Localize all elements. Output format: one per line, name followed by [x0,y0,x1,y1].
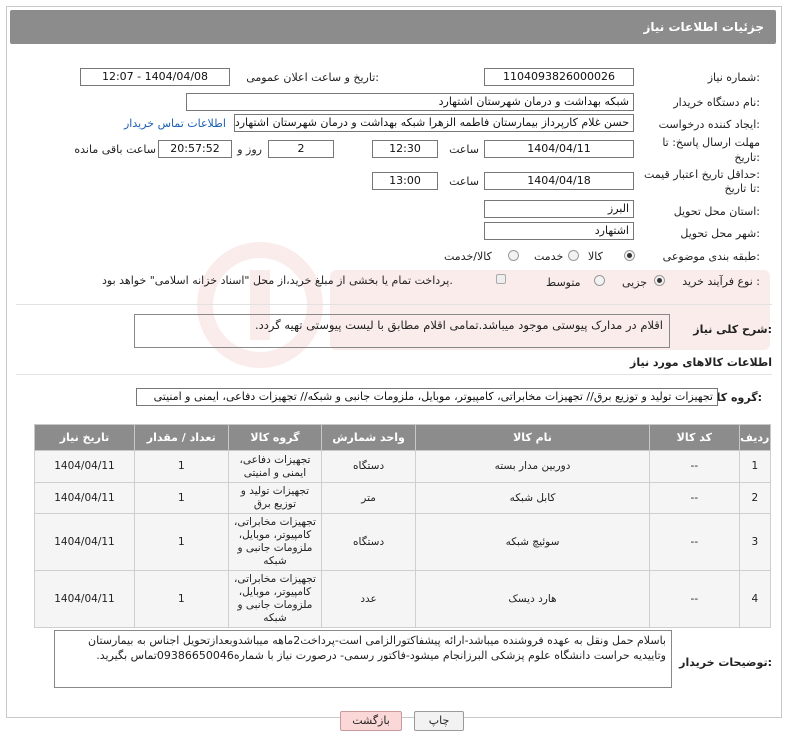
remaining-time-field: 20:57:52 [158,140,232,158]
col-item-name: نام کالا [414,424,651,451]
table-row: 4 -- هارد دیسک عدد تجهیزات مخابراتی، کام… [34,570,772,628]
cell-quantity: 1 [133,570,229,628]
cell-item-name: دوربین مدار بسته [414,450,651,483]
deadline-time-label: ساعت [449,143,479,156]
cell-item-name: کابل شبکه [414,482,651,514]
need-number-field: 1104093826000026 [484,68,634,86]
cell-group: تجهیزات تولید و توزیع برق [227,482,323,514]
cell-group: تجهیزات مخابراتی، کامپیوتر، موبایل، ملزو… [227,513,323,571]
cell-unit: دستگاه [321,450,416,483]
cell-item-code: -- [649,513,740,571]
process-option-medium: متوسط [546,276,581,289]
buyer-notes-text: باسلام حمل ونقل به عهده فروشنده میباشد-ا… [88,634,666,662]
col-unit: واحد شمارش [321,424,416,451]
province-label: استان محل تحویل: [673,205,760,218]
category-radio-service[interactable] [568,250,579,261]
col-item-code: کد کالا [649,424,740,451]
cell-row-number: 4 [738,570,772,628]
back-button[interactable]: بازگشت [340,711,402,731]
validity-date-field: 1404/04/18 [484,172,634,190]
page-title: جزئیات اطلاعات نیاز [643,20,764,34]
deadline-label: مهلت ارسال پاسخ: تا [662,136,760,149]
validity-label-date: تا تاریخ: [724,182,760,195]
process-option-minor: جزیی [622,276,648,289]
table-row: 1 -- دوربین مدار بسته دستگاه تجهیزات دفا… [34,450,772,483]
category-radio-goods[interactable] [624,250,635,261]
category-radio-goods-service[interactable] [508,250,519,261]
cell-need-date: 1404/04/11 [34,482,135,514]
requester-field: حسن غلام کارپرداز بیمارستان فاطمه الزهرا… [234,114,634,132]
description-textarea: اقلام در مدارک پیوستی موجود میباشد.تمامی… [134,314,670,348]
need-number-label: شماره نیاز: [707,71,760,84]
deadline-time-field: 12:30 [372,140,438,158]
buyer-notes-label: توضیحات خریدار: [679,656,772,669]
table-row: 2 -- کابل شبکه متر تجهیزات تولید و توزیع… [34,482,772,514]
table-row: 3 -- سوئیچ شبکه دستگاه تجهیزات مخابراتی،… [34,513,772,571]
col-quantity: تعداد / مقدار [133,424,229,451]
cell-unit: متر [321,482,416,514]
requester-label: ایجاد کننده درخواست: [658,118,760,131]
city-label: شهر محل تحویل: [680,227,760,240]
cell-item-code: -- [649,570,740,628]
print-button[interactable]: چاپ [414,711,464,731]
cell-item-name: هارد دیسک [414,570,651,628]
treasury-checkbox[interactable] [496,274,506,284]
category-option-service: خدمت [534,250,564,263]
cell-item-code: -- [649,482,740,514]
payment-note: پرداخت تمام یا بخشی از مبلغ خرید،از محل … [102,274,453,287]
category-option-goods-service: کالا/خدمت [444,250,492,263]
deadline-label-date: تاریخ: [734,151,760,164]
validity-time-label: ساعت [449,175,479,188]
days-remaining-field: 2 [268,140,334,158]
table-header-row: ردیف کد کالا نام کالا واحد شمارش گروه کا… [34,424,772,451]
validity-label: حداقل تاریخ اعتبار قیمت: [644,168,760,181]
col-row-number: ردیف [738,424,772,451]
col-need-date: تاریخ نیاز [34,424,135,451]
cell-unit: عدد [321,570,416,628]
goods-section-title: اطلاعات کالاهای مورد نیاز [630,356,772,369]
description-text: اقلام در مدارک پیوستی موجود میباشد.تمامی… [254,318,663,332]
days-label: روز و [237,143,262,156]
cell-quantity: 1 [133,513,229,571]
process-radio-minor[interactable] [654,275,665,286]
cell-group: تجهیزات دفاعی، ایمنی و امنیتی [227,450,323,483]
buyer-org-field: شبکه بهداشت و درمان شهرستان اشتهارد [186,93,634,111]
announce-label: تاریخ و ساعت اعلان عمومی: [246,71,379,84]
buyer-org-label: نام دستگاه خریدار: [673,96,760,109]
cell-quantity: 1 [133,482,229,514]
city-field: اشتهارد [484,222,634,240]
col-group: گروه کالا [227,424,323,451]
cell-need-date: 1404/04/11 [34,570,135,628]
cell-need-date: 1404/04/11 [34,450,135,483]
description-label: شرح کلی نیاز: [693,323,772,336]
buyer-notes-textarea: باسلام حمل ونقل به عهده فروشنده میباشد-ا… [54,630,672,688]
contact-info-link[interactable]: اطلاعات تماس خریدار [124,117,226,130]
remaining-label: ساعت باقی مانده [74,143,156,156]
cell-row-number: 3 [738,513,772,571]
goods-group-field: تجهیزات تولید و توزیع برق// تجهیزات مخاب… [136,388,718,406]
validity-time-field: 13:00 [372,172,438,190]
cell-group: تجهیزات مخابراتی، کامپیوتر، موبایل، ملزو… [227,570,323,628]
cell-item-name: سوئیچ شبکه [414,513,651,571]
category-label: طبقه بندی موضوعی: [662,250,760,263]
panel-header: جزئیات اطلاعات نیاز [10,10,776,44]
items-table: ردیف کد کالا نام کالا واحد شمارش گروه کا… [34,424,772,628]
deadline-date-field: 1404/04/11 [484,140,634,158]
process-label: نوع فرآیند خرید : [682,275,760,288]
province-field: البرز [484,200,634,218]
category-option-goods: کالا [588,250,603,263]
process-radio-medium[interactable] [594,275,605,286]
cell-row-number: 1 [738,450,772,483]
cell-quantity: 1 [133,450,229,483]
cell-item-code: -- [649,450,740,483]
cell-need-date: 1404/04/11 [34,513,135,571]
announce-field: 1404/04/08 - 12:07 [80,68,230,86]
cell-row-number: 2 [738,482,772,514]
cell-unit: دستگاه [321,513,416,571]
